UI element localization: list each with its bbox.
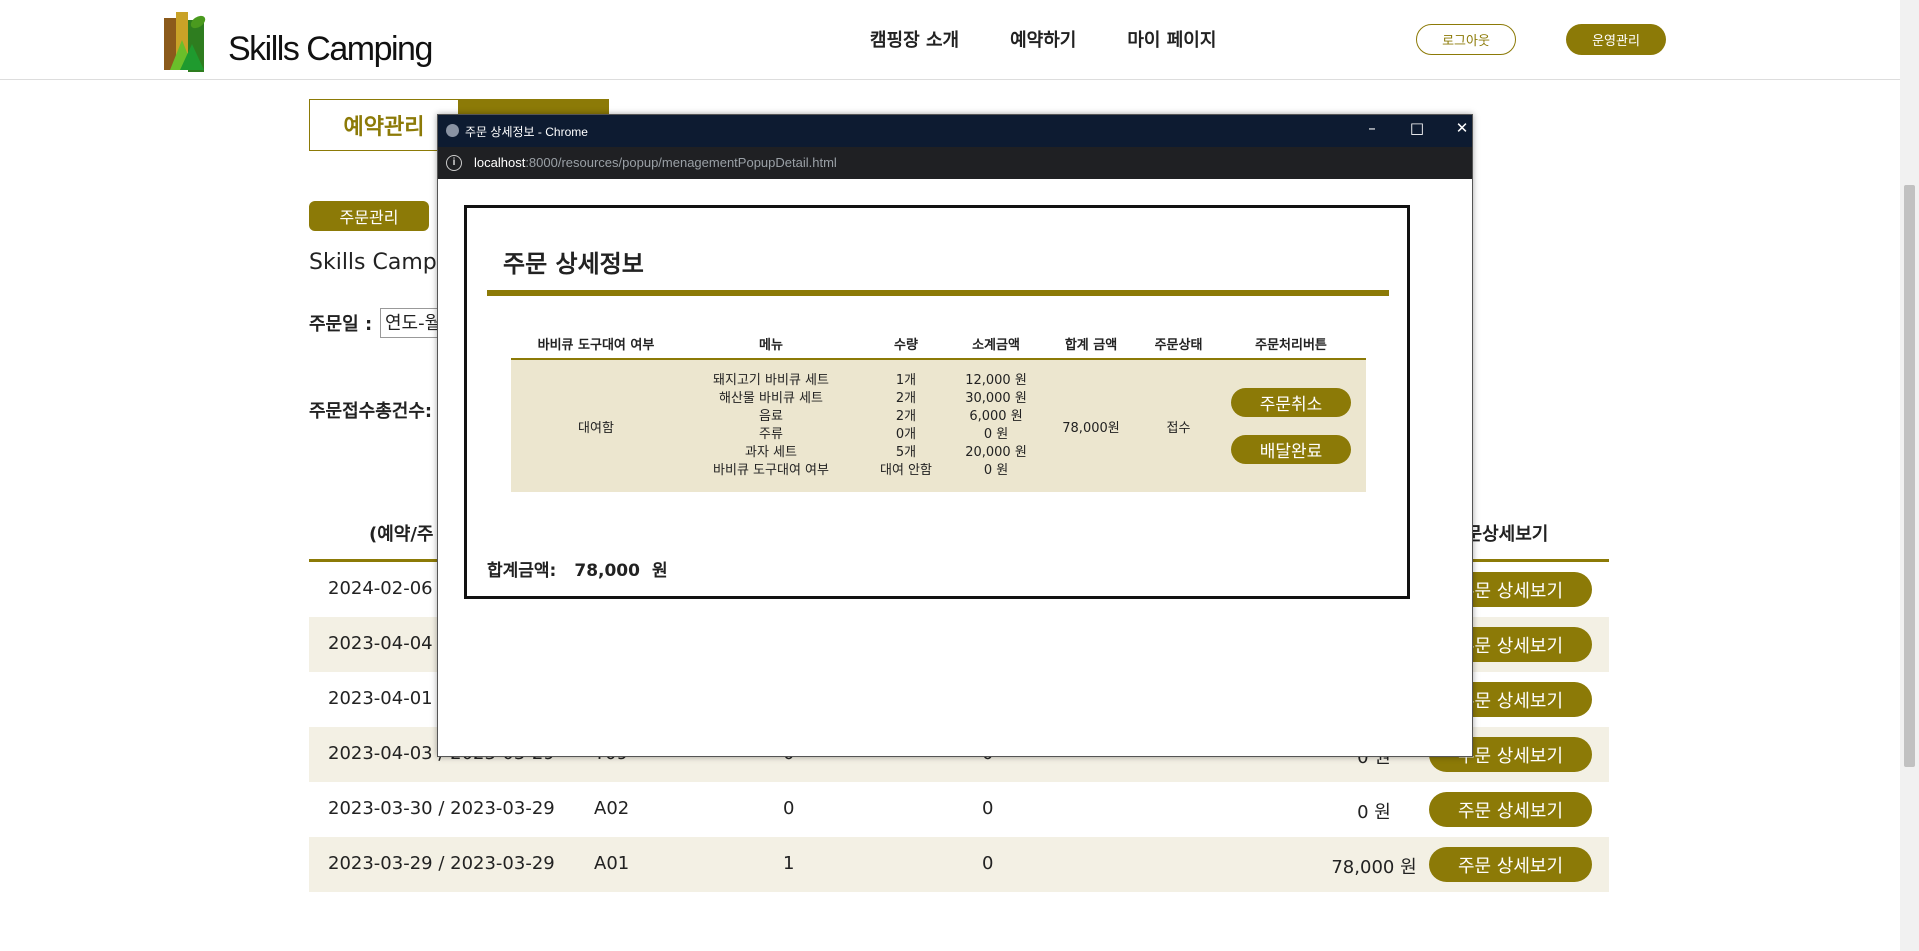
qty-item: 2개 bbox=[895, 391, 917, 406]
menu-item: 돼지고기 바비큐 세트 bbox=[713, 373, 829, 388]
header-status: 주문상태 bbox=[1154, 338, 1203, 353]
row-amount: 78,000 원 bbox=[1331, 857, 1417, 878]
header-total: 합계 금액 bbox=[1064, 338, 1118, 353]
nav-camp-intro[interactable]: 캠핑장 소개 bbox=[870, 26, 959, 52]
qty-item: 1개 bbox=[895, 373, 917, 388]
row-count-a: 0 bbox=[783, 798, 795, 819]
main-nav: 캠핑장 소개 예약하기 마이 페이지 bbox=[870, 26, 1267, 52]
nav-my-page[interactable]: 마이 페이지 bbox=[1127, 26, 1216, 52]
order-status: 접수 bbox=[1166, 421, 1191, 436]
site-header: Skills Camping 캠핑장 소개 예약하기 마이 페이지 로그아웃 운… bbox=[0, 0, 1900, 80]
logo[interactable]: Skills Camping bbox=[162, 10, 433, 74]
minimize-icon[interactable]: – bbox=[1357, 119, 1387, 137]
url-path: :8000/resources/popup/menagementPopupDet… bbox=[525, 155, 837, 170]
row-date: 2023-04-04 / bbox=[328, 633, 445, 654]
header-qty: 수량 bbox=[894, 338, 918, 353]
window-titlebar[interactable]: 주문 상세정보 - Chrome – □ ✕ bbox=[438, 115, 1472, 147]
total-amount: 78,000원 bbox=[1062, 421, 1120, 436]
logo-icon bbox=[164, 12, 206, 72]
order-detail-popup-window: 주문 상세정보 - Chrome – □ ✕ i localhost:8000/… bbox=[437, 114, 1473, 757]
subtotal-item: 0 원 bbox=[983, 427, 1009, 442]
row-site: A02 bbox=[594, 798, 630, 819]
qty-item: 2개 bbox=[895, 409, 917, 424]
order-detail-button[interactable]: 주문 상세보기 bbox=[1429, 847, 1592, 882]
menu-item: 해산물 바비큐 세트 bbox=[719, 391, 823, 406]
url-text: localhost:8000/resources/popup/menagemen… bbox=[474, 155, 837, 170]
subtotal-item: 12,000 원 bbox=[965, 373, 1027, 388]
header-rental: 바비큐 도구대여 여부 bbox=[537, 338, 655, 353]
page-scrollbar[interactable] bbox=[1900, 0, 1919, 951]
info-icon[interactable]: i bbox=[446, 155, 462, 171]
order-detail-box: 주문 상세정보 바비큐 도구대여 여부 메뉴 수량 소계금액 합계 금액 주문상… bbox=[464, 205, 1410, 599]
detail-title: 주문 상세정보 bbox=[503, 250, 644, 278]
header-date: (예약/주 bbox=[369, 524, 434, 545]
qty-item: 대여 안함 bbox=[880, 463, 932, 478]
delivery-complete-button[interactable]: 배달완료 bbox=[1231, 435, 1351, 464]
detail-table-header: 바비큐 도구대여 여부 메뉴 수량 소계금액 합계 금액 주문상태 주문처리버튼 bbox=[511, 328, 1366, 360]
scroll-thumb[interactable] bbox=[1904, 185, 1915, 767]
nav-reservation[interactable]: 예약하기 bbox=[1010, 26, 1076, 52]
logo-text: Skills Camping bbox=[228, 29, 433, 68]
title-divider bbox=[487, 290, 1389, 296]
header-menu: 메뉴 bbox=[759, 338, 783, 353]
menu-item: 과자 세트 bbox=[745, 445, 797, 460]
close-icon[interactable]: ✕ bbox=[1447, 119, 1477, 137]
header-actions: 주문처리버튼 bbox=[1255, 338, 1327, 353]
subtotal-item: 0 원 bbox=[983, 463, 1009, 478]
row-count-a: 1 bbox=[783, 853, 795, 874]
row-date: 2023-04-01 / bbox=[328, 688, 445, 709]
row-date: 2023-03-30 / 2023-03-29 bbox=[328, 798, 555, 819]
row-site: A01 bbox=[594, 853, 630, 874]
menu-item: 바비큐 도구대여 여부 bbox=[713, 463, 829, 478]
table-row: 2023-03-29 / 2023-03-29 A01 1 0 78,000 원… bbox=[309, 837, 1609, 892]
header-subtotal: 소계금액 bbox=[972, 338, 1020, 353]
url-host: localhost bbox=[474, 155, 526, 170]
order-detail-table: 바비큐 도구대여 여부 메뉴 수량 소계금액 합계 금액 주문상태 주문처리버튼… bbox=[511, 328, 1366, 492]
menu-list: 돼지고기 바비큐 세트 해산물 바비큐 세트 음료 주류 과자 세트 바비큐 도… bbox=[681, 372, 861, 480]
address-bar[interactable]: i localhost:8000/resources/popup/menagem… bbox=[438, 147, 1472, 179]
subtotal-item: 30,000 원 bbox=[965, 391, 1027, 406]
order-management-button[interactable]: 주문관리 bbox=[309, 201, 429, 231]
order-count-label: 주문접수총건수: bbox=[309, 401, 433, 422]
row-date: 2024-02-06 / bbox=[328, 578, 445, 599]
qty-list: 1개 2개 2개 0개 5개 대여 안함 bbox=[861, 372, 951, 480]
subtotal-item: 6,000 원 bbox=[969, 409, 1023, 424]
menu-item: 주류 bbox=[759, 427, 783, 442]
row-amount: 0 원 bbox=[1357, 802, 1391, 823]
order-date-label: 주문일 : bbox=[309, 314, 373, 335]
total-unit: 원 bbox=[651, 561, 668, 581]
order-detail-button[interactable]: 주문 상세보기 bbox=[1429, 792, 1592, 827]
admin-button[interactable]: 운영관리 bbox=[1566, 24, 1666, 55]
window-title: 주문 상세정보 - Chrome bbox=[465, 125, 588, 139]
page-title: Skills Campi bbox=[309, 250, 443, 275]
total-summary: 합계금액: 78,000 원 bbox=[487, 556, 668, 581]
menu-item: 음료 bbox=[759, 409, 783, 424]
row-date: 2023-03-29 / 2023-03-29 bbox=[328, 853, 555, 874]
maximize-icon[interactable]: □ bbox=[1402, 119, 1432, 137]
total-label: 합계금액: bbox=[487, 561, 557, 581]
row-count-b: 0 bbox=[982, 853, 994, 874]
action-buttons: 주문취소 배달완료 bbox=[1216, 360, 1366, 492]
subtotal-item: 20,000 원 bbox=[965, 445, 1027, 460]
cancel-order-button[interactable]: 주문취소 bbox=[1231, 388, 1351, 417]
qty-item: 0개 bbox=[895, 427, 917, 442]
globe-icon bbox=[446, 124, 459, 137]
detail-table-row: 대여함 돼지고기 바비큐 세트 해산물 바비큐 세트 음료 주류 과자 세트 바… bbox=[511, 360, 1366, 492]
qty-item: 5개 bbox=[895, 445, 917, 460]
table-row: 2023-03-30 / 2023-03-29 A02 0 0 0 원 주문 상… bbox=[309, 782, 1609, 837]
logout-button[interactable]: 로그아웃 bbox=[1416, 24, 1516, 55]
subtotal-list: 12,000 원 30,000 원 6,000 원 0 원 20,000 원 0… bbox=[951, 372, 1041, 480]
rental-value: 대여함 bbox=[578, 421, 614, 436]
total-value: 78,000 bbox=[574, 561, 640, 581]
row-count-b: 0 bbox=[982, 798, 994, 819]
